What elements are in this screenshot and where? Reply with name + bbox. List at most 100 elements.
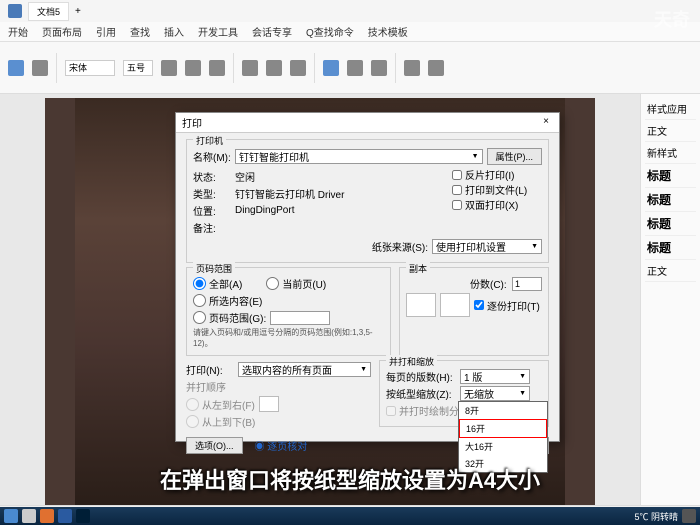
dialog-title: 打印	[182, 115, 202, 130]
range-group: 页码范围 全部(A) 当前页(U) 所选内容(E) 页码范围(G): 请键入页码…	[186, 267, 391, 356]
pages-input[interactable]	[270, 311, 330, 325]
document-tab[interactable]: 文档5	[28, 2, 69, 21]
list-icon[interactable]	[290, 60, 306, 76]
menu-find[interactable]: 查找	[130, 24, 150, 39]
scale-group: 并打和缩放 每页的版数(H): 1 版▼ 按纸型缩放(Z): 无缩放▼ 并打时绘…	[379, 360, 549, 427]
app-icon[interactable]	[40, 509, 54, 523]
printer-name-select[interactable]: 钉钉智能打印机▼	[235, 149, 483, 164]
pagesper-label: 每页的版数(H):	[386, 369, 456, 384]
scale-group-title: 并打和缩放	[386, 355, 437, 368]
papersrc-select[interactable]: 使用打印机设置▼	[432, 239, 542, 254]
status-label: 状态:	[193, 169, 231, 184]
weather[interactable]: 5℃ 阴转晴	[634, 510, 678, 523]
video-caption: 在弹出窗口将按纸型缩放设置为A4大小	[160, 463, 540, 495]
print-dialog: 打印 × 打印机 名称(M): 钉钉智能打印机▼ 属性(P)... 状态:空闲 …	[175, 112, 560, 442]
fontsize-select[interactable]: 五号	[123, 60, 153, 76]
style-item[interactable]: 正文	[645, 260, 696, 282]
reverse-checkbox[interactable]	[452, 170, 462, 180]
pages-radio[interactable]	[193, 311, 206, 324]
duplex-checkbox[interactable]	[452, 200, 462, 210]
ps-icon[interactable]	[76, 509, 90, 523]
close-icon[interactable]: ×	[539, 116, 553, 130]
name-label: 名称(M):	[193, 149, 231, 164]
titlebar: 文档5 +	[0, 0, 700, 22]
dropdown-option[interactable]: 8开	[459, 402, 547, 419]
style-item[interactable]: 新样式	[645, 142, 696, 164]
pages-label: 页码范围(G):	[209, 310, 266, 325]
status-value: 空闲	[235, 169, 444, 184]
pagesper-select[interactable]: 1 版▼	[460, 369, 530, 384]
scaleto-select[interactable]: 无缩放▼	[460, 386, 530, 401]
duplex-link[interactable]: ◉ 逐页核对	[255, 438, 308, 453]
menu-chat[interactable]: 会话专享	[252, 24, 292, 39]
menu-start[interactable]: 开始	[8, 24, 28, 39]
menu-template[interactable]: 技术模板	[368, 24, 408, 39]
align-center-icon[interactable]	[266, 60, 282, 76]
printwhat-select[interactable]: 选取内容的所有页面▼	[238, 362, 371, 377]
collate-icon	[406, 293, 436, 317]
printwhat-label: 打印(N):	[186, 362, 234, 377]
options-button[interactable]: 选项(O)...	[186, 437, 243, 454]
new-tab-button[interactable]: +	[75, 6, 81, 17]
cut-icon[interactable]	[32, 60, 48, 76]
collate-label: 逐份打印(T)	[487, 298, 540, 313]
all-radio[interactable]	[193, 277, 206, 290]
dropdown-option[interactable]: 大16开	[459, 438, 547, 455]
collate-icon	[440, 293, 470, 317]
current-radio[interactable]	[266, 277, 279, 290]
font-select[interactable]: 宋体	[65, 60, 115, 76]
app-icon[interactable]	[58, 509, 72, 523]
comment-label: 备注:	[193, 220, 231, 235]
copies-label: 份数(C):	[470, 276, 508, 291]
properties-button[interactable]: 属性(P)...	[487, 148, 543, 165]
papersrc-label: 纸张来源(S):	[372, 239, 428, 254]
style-item[interactable]: 正文	[645, 120, 696, 142]
type-label: 类型:	[193, 186, 231, 201]
start-icon[interactable]	[4, 509, 18, 523]
tofile-checkbox[interactable]	[452, 185, 462, 195]
copies-input[interactable]	[512, 277, 542, 291]
style-heading[interactable]: 标题	[645, 212, 696, 236]
copies-group-title: 副本	[406, 262, 430, 275]
style-heading[interactable]: 标题	[645, 164, 696, 188]
selection-radio[interactable]	[193, 294, 206, 307]
menu-ref[interactable]: 引用	[96, 24, 116, 39]
menubar: 开始 页面布局 引用 查找 插入 开发工具 会话专享 Q查找命令 技术模板	[0, 22, 700, 42]
app-logo-icon	[8, 4, 22, 18]
parallel-checkbox	[386, 406, 396, 416]
range-hint: 请键入页码和/或用逗号分隔的页码范围(例如:1,3,5-12)。	[193, 327, 384, 349]
all-label: 全部(A)	[209, 276, 242, 291]
selection-label: 所选内容(E)	[209, 293, 262, 308]
dialog-titlebar: 打印 ×	[176, 113, 559, 133]
menu-search[interactable]: Q查找命令	[306, 24, 354, 39]
align-left-icon[interactable]	[242, 60, 258, 76]
underline-icon[interactable]	[209, 60, 225, 76]
dropdown-option-highlighted[interactable]: 16开	[459, 419, 547, 438]
find-icon[interactable]	[347, 60, 363, 76]
order-radio	[186, 398, 199, 411]
order-radio	[186, 415, 199, 428]
where-label: 位置:	[193, 203, 231, 218]
search-icon[interactable]	[22, 509, 36, 523]
menu-dev[interactable]: 开发工具	[198, 24, 238, 39]
replace-icon[interactable]	[371, 60, 387, 76]
bold-icon[interactable]	[161, 60, 177, 76]
tray-icon[interactable]	[682, 509, 696, 523]
type-value: 钉钉智能云打印机 Driver	[235, 186, 444, 201]
style-heading[interactable]: 标题	[645, 236, 696, 260]
style-icon[interactable]	[323, 60, 339, 76]
style-heading[interactable]: 标题	[645, 188, 696, 212]
printer-group-title: 打印机	[193, 134, 226, 147]
italic-icon[interactable]	[185, 60, 201, 76]
parallel-order-label: 并打顺序	[186, 379, 226, 394]
symbol-icon[interactable]	[404, 60, 420, 76]
menu-layout[interactable]: 页面布局	[42, 24, 82, 39]
paste-icon[interactable]	[8, 60, 24, 76]
object-icon[interactable]	[428, 60, 444, 76]
menu-insert[interactable]: 插入	[164, 24, 184, 39]
collate-checkbox[interactable]	[474, 300, 484, 310]
printer-group: 打印机 名称(M): 钉钉智能打印机▼ 属性(P)... 状态:空闲 类型:钉钉…	[186, 139, 549, 263]
styles-sidebar: 样式应用 正文 新样式 标题 标题 标题 标题 正文	[640, 94, 700, 505]
order-preview-icon	[259, 396, 279, 412]
copies-group: 副本 份数(C): 逐份打印(T)	[399, 267, 549, 356]
